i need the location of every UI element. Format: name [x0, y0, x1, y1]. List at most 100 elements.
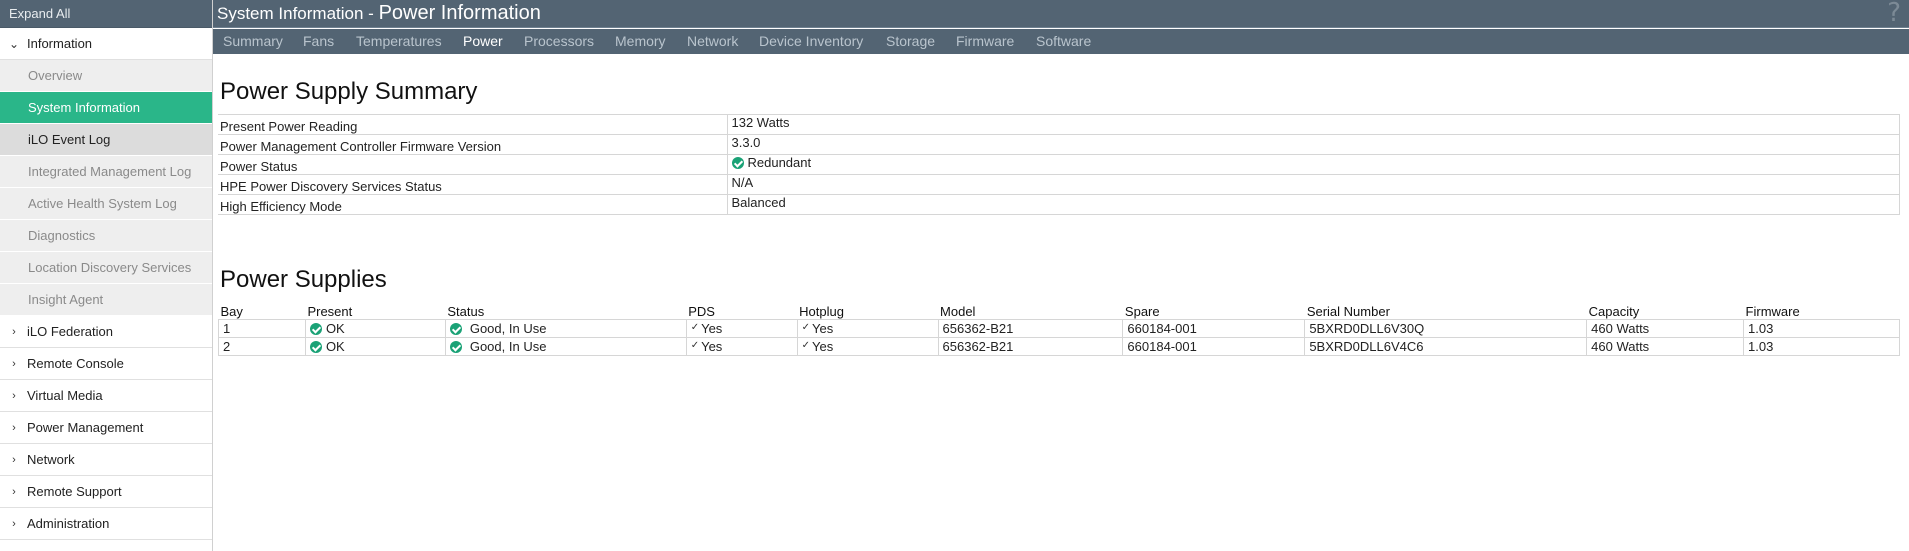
cell-serial-number: 5BXRD0DLL6V4C6 — [1304, 336, 1588, 356]
power-supplies-table: Bay Present Status PDS Hotplug Model Spa… — [218, 303, 1900, 356]
column-header-hotplug[interactable]: Hotplug — [797, 303, 938, 319]
table-header-row: Bay Present Status PDS Hotplug Model Spa… — [219, 303, 1900, 319]
column-header-spare[interactable]: Spare — [1123, 303, 1305, 319]
sidebar: Expand All ⌄ Information Overview System… — [0, 0, 213, 551]
table-row: Power Management Controller Firmware Ver… — [218, 134, 1900, 155]
status-text: Good, In Use — [469, 338, 547, 354]
tab-storage[interactable]: Storage — [886, 29, 935, 54]
table-row: Power Status Redundant — [218, 154, 1900, 175]
tab-processors[interactable]: Processors — [524, 29, 594, 54]
nav-integrated-management-log[interactable]: Integrated Management Log — [0, 156, 212, 188]
table-row: 2 OK Good, In Use ✓ Yes ✓ Yes 656362-B21 6… — [218, 336, 1900, 356]
nav-insight-agent[interactable]: Insight Agent — [0, 284, 212, 316]
cell-serial-number: 5BXRD0DLL6V30Q — [1304, 318, 1588, 338]
tab-temperatures[interactable]: Temperatures — [356, 29, 442, 54]
tab-memory[interactable]: Memory — [615, 29, 666, 54]
cell-bay: 1 — [218, 318, 306, 338]
status-text: Good, In Use — [469, 320, 547, 336]
power-supplies-title: Power Supplies — [220, 266, 387, 293]
chevron-right-icon: › — [12, 486, 16, 498]
summary-label: Power Management Controller Firmware Ver… — [218, 134, 727, 155]
tab-fans[interactable]: Fans — [303, 29, 334, 54]
summary-label: High Efficiency Mode — [218, 194, 727, 215]
cell-firmware: 1.03 — [1743, 336, 1900, 356]
nav-remote-support[interactable]: › Remote Support — [0, 476, 212, 508]
nav-ilo-event-log[interactable]: iLO Event Log — [0, 124, 212, 156]
table-row: Present Power Reading 132 Watts — [218, 114, 1900, 135]
ok-status-icon — [731, 157, 744, 169]
cell-status: Good, In Use — [444, 318, 687, 338]
help-icon[interactable]: ? — [1887, 0, 1901, 28]
column-header-serial-number[interactable]: Serial Number — [1305, 303, 1587, 319]
column-header-capacity[interactable]: Capacity — [1587, 303, 1744, 319]
ok-status-icon — [309, 340, 322, 353]
chevron-down-icon: ⌄ — [8, 37, 20, 51]
tab-device-inventory[interactable]: Device Inventory — [759, 29, 863, 54]
summary-value: 132 Watts — [726, 114, 1900, 135]
cell-firmware: 1.03 — [1743, 318, 1900, 338]
summary-value-cell: Redundant — [726, 154, 1900, 175]
chevron-right-icon: › — [12, 326, 16, 338]
nav-power-management[interactable]: › Power Management — [0, 412, 212, 444]
chevron-right-icon: › — [12, 454, 16, 466]
chevron-right-icon: › — [12, 358, 16, 370]
tab-network[interactable]: Network — [687, 29, 738, 54]
summary-value: Redundant — [747, 155, 812, 170]
expand-all-button[interactable]: Expand All — [0, 0, 212, 28]
nav-section-label: Virtual Media — [27, 388, 103, 403]
cell-pds: ✓ Yes — [685, 318, 798, 338]
column-header-bay[interactable]: Bay — [219, 303, 306, 319]
hotplug-text: Yes — [812, 338, 834, 354]
nav-network[interactable]: › Network — [0, 444, 212, 476]
nav-location-discovery-services[interactable]: Location Discovery Services — [0, 252, 212, 284]
pds-text: Yes — [701, 320, 723, 336]
tab-firmware[interactable]: Firmware — [956, 29, 1014, 54]
cell-hotplug: ✓ Yes — [796, 318, 939, 338]
cell-model: 656362-B21 — [937, 336, 1124, 356]
column-header-pds[interactable]: PDS — [686, 303, 797, 319]
nav-information-label: Information — [27, 36, 93, 51]
check-icon: ✓ — [801, 339, 811, 351]
check-icon: ✓ — [690, 321, 700, 333]
power-supply-summary-table: Present Power Reading 132 Watts Power Ma… — [218, 114, 1900, 215]
column-header-firmware[interactable]: Firmware — [1744, 303, 1900, 319]
nav-system-information[interactable]: System Information — [0, 92, 212, 124]
page-title: System Information - Power Information — [217, 2, 541, 25]
column-header-model[interactable]: Model — [938, 303, 1123, 319]
nav-diagnostics[interactable]: Diagnostics — [0, 220, 212, 252]
table-row: High Efficiency Mode Balanced — [218, 194, 1900, 215]
nav-section-label: Administration — [27, 516, 110, 531]
tab-bar: Summary Fans Temperatures Power Processo… — [213, 29, 1909, 54]
present-text: OK — [325, 338, 345, 354]
nav-virtual-media[interactable]: › Virtual Media — [0, 380, 212, 412]
cell-status: Good, In Use — [444, 336, 687, 356]
main-content: Power Supply Summary Present Power Readi… — [214, 54, 1909, 551]
nav-overview[interactable]: Overview — [0, 60, 212, 92]
cell-present: OK — [304, 318, 446, 338]
table-row: 1 OK Good, In Use ✓ Yes ✓ Yes 656362-B21 6… — [218, 318, 1900, 338]
nav-section-label: Remote Console — [27, 356, 124, 371]
cell-capacity: 460 Watts — [1586, 336, 1745, 356]
cell-bay: 2 — [218, 336, 306, 356]
chevron-right-icon: › — [12, 422, 16, 434]
cell-model: 656362-B21 — [937, 318, 1124, 338]
ok-status-icon — [309, 322, 322, 335]
hotplug-text: Yes — [812, 320, 834, 336]
chevron-right-icon: › — [12, 518, 16, 530]
summary-label: Present Power Reading — [218, 114, 727, 135]
tab-software[interactable]: Software — [1036, 29, 1091, 54]
ok-status-icon — [449, 322, 462, 335]
nav-active-health-system-log[interactable]: Active Health System Log — [0, 188, 212, 220]
title-prefix: System Information - — [217, 4, 379, 23]
nav-remote-console[interactable]: › Remote Console — [0, 348, 212, 380]
nav-information[interactable]: ⌄ Information — [0, 28, 212, 60]
tab-summary[interactable]: Summary — [223, 29, 283, 54]
column-header-present[interactable]: Present — [305, 303, 445, 319]
pds-text: Yes — [701, 338, 723, 354]
tab-power[interactable]: Power — [463, 29, 503, 54]
summary-value: N/A — [726, 174, 1900, 195]
column-header-status[interactable]: Status — [445, 303, 686, 319]
nav-administration[interactable]: › Administration — [0, 508, 212, 540]
nav-section-label: Remote Support — [27, 484, 122, 499]
nav-ilo-federation[interactable]: › iLO Federation — [0, 316, 212, 348]
